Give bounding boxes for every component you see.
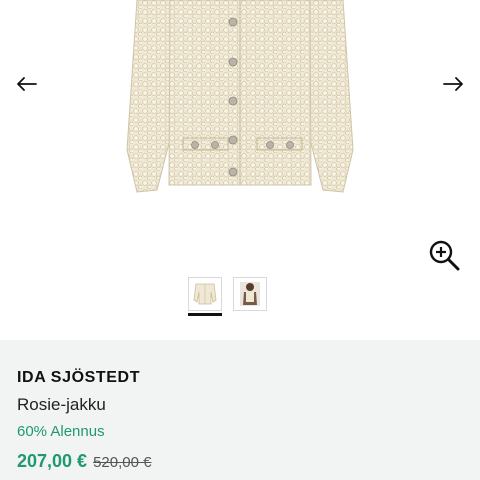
product-gallery: [0, 0, 480, 340]
previous-image-button[interactable]: [12, 70, 42, 98]
arrow-right-icon: [443, 77, 463, 91]
thumbnail-model[interactable]: [233, 277, 267, 311]
product-name: Rosie-jakku: [17, 395, 106, 414]
thumbnail-front[interactable]: [188, 277, 222, 316]
arrow-left-icon: [17, 77, 37, 91]
discount-label: 60% Alennus: [17, 423, 105, 440]
thumbnail-strip: [188, 277, 267, 316]
zoom-in-icon: [429, 240, 460, 271]
next-image-button[interactable]: [438, 70, 468, 98]
price-row: 207,00 € 520,00 €: [17, 451, 151, 472]
current-price: 207,00 €: [17, 451, 88, 471]
original-price: 520,00 €: [93, 454, 152, 471]
product-brand[interactable]: IDA SJÖSTEDT: [17, 369, 140, 387]
product-page: IDA SJÖSTEDT Rosie-jakku 60% Alennus 207…: [0, 0, 480, 480]
product-main-image[interactable]: [115, 0, 365, 205]
zoom-button[interactable]: [427, 238, 461, 272]
